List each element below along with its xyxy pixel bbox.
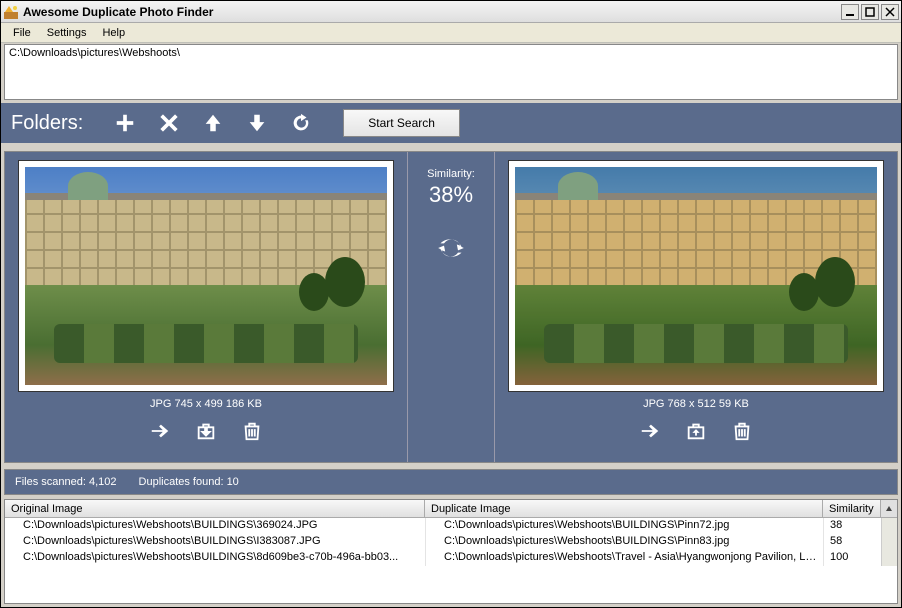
col-duplicate[interactable]: Duplicate Image — [425, 500, 823, 517]
cell-original: C:\Downloads\pictures\Webshoots\BUILDING… — [5, 534, 425, 550]
cell-similarity: 38 — [823, 518, 881, 534]
menu-file[interactable]: File — [5, 25, 39, 41]
menu-settings[interactable]: Settings — [39, 25, 95, 41]
cell-similarity: 100 — [823, 550, 881, 566]
folders-label: Folders: — [11, 112, 83, 135]
right-image-frame — [508, 160, 884, 392]
duplicates-found-label: Duplicates found: 10 — [139, 476, 239, 488]
preview-area: JPG 745 x 499 186 KB Similarity: 38% JPG… — [4, 151, 898, 463]
refresh-button[interactable] — [287, 109, 315, 137]
scrollbar-track[interactable] — [881, 534, 897, 550]
swap-button[interactable] — [437, 234, 465, 265]
cell-duplicate: C:\Downloads\pictures\Webshoots\Travel -… — [425, 550, 823, 566]
start-search-button[interactable]: Start Search — [343, 109, 460, 137]
folder-path-list[interactable]: C:\Downloads\pictures\Webshoots\ — [4, 44, 898, 100]
cell-duplicate: C:\Downloads\pictures\Webshoots\BUILDING… — [425, 518, 823, 534]
right-open-button[interactable] — [635, 418, 665, 444]
scrollbar-track[interactable] — [881, 518, 897, 534]
cell-similarity: 58 — [823, 534, 881, 550]
minimize-button[interactable] — [841, 4, 859, 20]
left-image-frame — [18, 160, 394, 392]
menu-help[interactable]: Help — [94, 25, 133, 41]
close-button[interactable] — [881, 4, 899, 20]
left-image[interactable] — [25, 167, 387, 385]
col-original[interactable]: Original Image — [5, 500, 425, 517]
col-similarity[interactable]: Similarity — [823, 500, 881, 517]
cell-original: C:\Downloads\pictures\Webshoots\BUILDING… — [5, 518, 425, 534]
results-table: Original Image Duplicate Image Similarit… — [4, 499, 898, 604]
left-image-actions — [137, 418, 275, 444]
left-move-button[interactable] — [191, 418, 221, 444]
table-header: Original Image Duplicate Image Similarit… — [5, 500, 897, 518]
left-preview-panel: JPG 745 x 499 186 KB — [5, 152, 407, 462]
right-delete-button[interactable] — [727, 418, 757, 444]
move-down-button[interactable] — [243, 109, 271, 137]
table-row[interactable]: C:\Downloads\pictures\Webshoots\BUILDING… — [5, 550, 897, 566]
files-scanned-label: Files scanned: 4,102 — [15, 476, 117, 488]
titlebar: Awesome Duplicate Photo Finder — [1, 1, 901, 23]
table-body: C:\Downloads\pictures\Webshoots\BUILDING… — [5, 518, 897, 566]
right-image[interactable] — [515, 167, 877, 385]
window-title: Awesome Duplicate Photo Finder — [23, 5, 839, 19]
remove-folder-button[interactable] — [155, 109, 183, 137]
add-folder-button[interactable] — [111, 109, 139, 137]
right-preview-panel: JPG 768 x 512 59 KB — [495, 152, 897, 462]
left-open-button[interactable] — [145, 418, 175, 444]
table-row[interactable]: C:\Downloads\pictures\Webshoots\BUILDING… — [5, 518, 897, 534]
right-move-button[interactable] — [681, 418, 711, 444]
cell-duplicate: C:\Downloads\pictures\Webshoots\BUILDING… — [425, 534, 823, 550]
app-icon — [3, 4, 19, 20]
table-row[interactable]: C:\Downloads\pictures\Webshoots\BUILDING… — [5, 534, 897, 550]
scrollbar-up-button[interactable] — [881, 500, 897, 517]
similarity-value: 38% — [429, 182, 473, 208]
maximize-button[interactable] — [861, 4, 879, 20]
status-bar: Files scanned: 4,102 Duplicates found: 1… — [4, 469, 898, 495]
folder-path-entry[interactable]: C:\Downloads\pictures\Webshoots\ — [9, 47, 893, 59]
cell-original: C:\Downloads\pictures\Webshoots\BUILDING… — [5, 550, 425, 566]
right-image-actions — [627, 418, 765, 444]
similarity-column: Similarity: 38% — [407, 152, 495, 462]
window-controls — [839, 4, 899, 20]
folders-toolbar: Folders: Start Search — [1, 103, 901, 143]
menubar: File Settings Help — [1, 23, 901, 43]
right-image-meta: JPG 768 x 512 59 KB — [643, 398, 749, 410]
move-up-button[interactable] — [199, 109, 227, 137]
similarity-label: Similarity: — [427, 168, 475, 180]
left-image-meta: JPG 745 x 499 186 KB — [150, 398, 262, 410]
left-delete-button[interactable] — [237, 418, 267, 444]
scrollbar-track[interactable] — [881, 550, 897, 566]
